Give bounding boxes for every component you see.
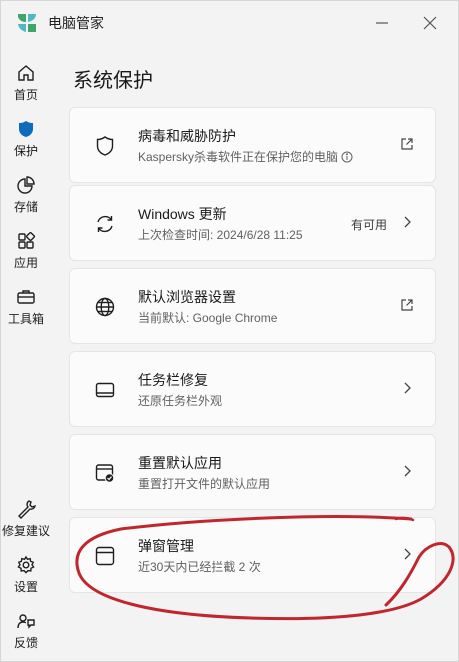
shield-outline-icon [96,136,114,156]
card-subtitle-text: Kaspersky杀毒软件正在保护您的电脑 [138,150,339,164]
card-title: 弹窗管理 [138,538,194,554]
reset-apps-icon [95,464,115,483]
sidebar-item-feedback[interactable]: 反馈 [1,611,51,651]
card-title: 任务栏修复 [138,372,208,388]
refresh-icon [97,215,113,233]
card-subtitle: 还原任务栏外观 [138,394,223,408]
apps-grid-icon [18,231,36,249]
card-taskbar-repair[interactable]: 任务栏修复 还原任务栏外观 [69,351,436,427]
sidebar-item-label: 应用 [13,256,38,270]
card-title: Windows 更新 [138,206,227,222]
wrench-icon [18,500,36,519]
sidebar-item-protection[interactable]: 保护 [1,119,51,159]
sidebar-item-label: 修复建议 [1,524,50,538]
card-default-browser[interactable]: 默认浏览器设置 当前默认: Google Chrome [69,268,436,344]
toolbox-icon [17,290,35,304]
gear-icon [17,555,35,574]
app-title: 电脑管家 [48,15,104,31]
taskbar-icon [95,382,115,398]
globe-icon [95,297,115,317]
card-popup-management[interactable]: 弹窗管理 近30天内已经拦截 2 次 [69,517,436,593]
card-subtitle: 近30天内已经拦截 2 次 [138,560,261,574]
external-link-icon[interactable] [399,297,415,313]
sidebar-item-label: 设置 [13,580,38,594]
sidebar-item-storage[interactable]: 存储 [1,175,51,215]
card-windows-update[interactable]: Windows 更新 上次检查时间: 2024/6/28 11:25 有可用 [69,185,436,261]
sidebar-item-label: 反馈 [13,636,38,650]
app-logo-icon [18,14,36,32]
chevron-right-icon[interactable] [399,380,415,396]
feedback-icon [17,614,35,629]
chevron-right-icon[interactable] [399,546,415,562]
chevron-right-icon[interactable] [399,463,415,479]
card-subtitle: Kaspersky杀毒软件正在保护您的电脑 [138,148,353,165]
sidebar: 首页 保护 存储 应用 工具箱 修复建议 设置 反馈 [1,53,51,653]
minimize-icon [376,22,388,24]
sidebar-item-repair[interactable]: 修复建议 [1,499,51,539]
card-virus-threat-protection[interactable]: 病毒和威胁防护 Kaspersky杀毒软件正在保护您的电脑 [69,107,436,183]
sidebar-item-home[interactable]: 首页 [1,63,51,103]
card-title: 重置默认应用 [138,455,222,471]
sidebar-item-apps[interactable]: 应用 [1,231,51,271]
pie-chart-icon [17,176,35,194]
card-reset-default-apps[interactable]: 重置默认应用 重置打开文件的默认应用 [69,434,436,510]
sidebar-item-label: 首页 [13,88,38,102]
shield-icon [19,121,33,137]
sidebar-item-label: 工具箱 [7,312,44,326]
sidebar-item-label: 存储 [13,200,38,214]
app-window: 电脑管家 首页 保护 存储 应用 工具箱 修复建议 设置 反馈 系统保护 病毒和… [0,0,459,662]
update-status-label: 有可用 [350,218,387,232]
home-icon [18,65,34,81]
chevron-right-icon[interactable] [399,214,415,230]
sidebar-item-toolbox[interactable]: 工具箱 [1,287,51,327]
external-link-icon[interactable] [399,136,415,152]
card-subtitle: 当前默认: Google Chrome [138,311,278,325]
sidebar-item-label: 保护 [13,144,38,158]
popup-window-icon [95,546,115,566]
card-title: 默认浏览器设置 [138,289,236,305]
page-title: 系统保护 [73,70,153,92]
minimize-button[interactable] [368,9,396,37]
close-button[interactable] [416,9,444,37]
card-subtitle: 重置打开文件的默认应用 [138,477,271,491]
title-bar: 电脑管家 [1,1,458,45]
card-title: 病毒和威胁防护 [138,128,236,144]
sidebar-item-settings[interactable]: 设置 [1,555,51,595]
info-icon[interactable] [341,151,353,163]
card-subtitle: 上次检查时间: 2024/6/28 11:25 [138,228,303,242]
close-icon [423,16,437,30]
